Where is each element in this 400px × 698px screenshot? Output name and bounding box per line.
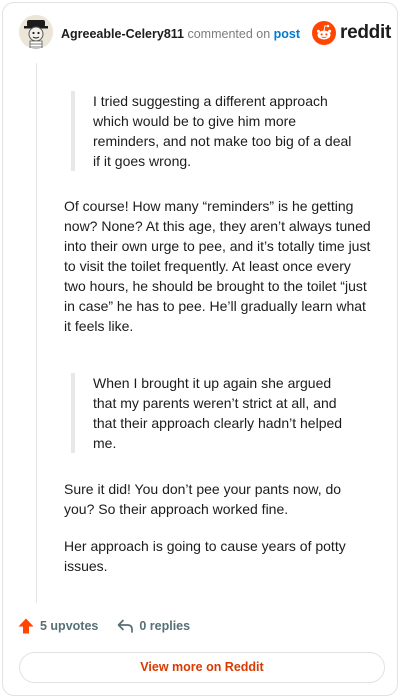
thread-line (36, 63, 37, 603)
quote-block-2: When I brought it up again she argued th… (71, 373, 342, 453)
quote-block-1: I tried suggesting a different approach … (71, 91, 351, 171)
comment-embed-card: Agreeable-Celery811 commented on post re… (2, 2, 398, 696)
avatar[interactable] (19, 15, 53, 49)
commented-on-text: commented on (187, 27, 271, 41)
text-line: in case” he has to pee. He’ll gradually … (64, 298, 366, 314)
comment-header: Agreeable-Celery811 commented on post re… (3, 3, 399, 63)
reddit-wordmark: reddit (340, 22, 391, 43)
text-line: Of course! How many “reminders” is he ge… (64, 198, 354, 214)
comment-actions: 5 upvotes 0 replies (17, 615, 190, 637)
view-more-button[interactable]: View more on Reddit (19, 652, 385, 683)
upvote-arrow-icon (18, 618, 34, 634)
reddit-logo[interactable]: reddit (312, 21, 391, 45)
text-line: Her approach is going to cause years of … (64, 538, 346, 554)
comment-byline: Agreeable-Celery811 commented on post (61, 27, 300, 41)
comment-paragraph-2: Sure it did! You don’t pee your pants no… (64, 479, 384, 519)
quote-line: me. (93, 435, 117, 451)
upvote-button[interactable]: 5 upvotes (17, 617, 98, 635)
username-link[interactable]: Agreeable-Celery811 (61, 27, 184, 41)
reply-icon (118, 619, 134, 633)
quote-line: reminders, and not make too big of a dea… (93, 133, 352, 149)
post-link[interactable]: post (274, 27, 300, 41)
text-line: now? None? At this age, they aren’t alwa… (64, 218, 371, 234)
text-line: to visit the toilet frequently. At least… (64, 258, 351, 274)
quote-line: I tried suggesting a different approach (93, 93, 328, 109)
text-line: into their own urge to pee, and it’s tot… (64, 238, 371, 254)
text-line: Sure it did! You don’t pee your pants no… (64, 481, 342, 497)
comment-paragraph-3: Her approach is going to cause years of … (64, 536, 384, 576)
reddit-logo-icon (312, 21, 336, 45)
text-line: you? So their approach worked fine. (64, 501, 289, 517)
reply-button[interactable]: 0 replies (116, 617, 190, 635)
quote-line: When I brought it up again she argued (93, 375, 332, 391)
text-line: two hours, he should be brought to the t… (64, 278, 367, 294)
quote-line: which would be to give him more (93, 113, 297, 129)
quote-line: that my parents weren’t strict at all, a… (93, 395, 337, 411)
quote-line: that their approach clearly hadn’t helpe… (93, 415, 343, 431)
text-line: issues. (64, 558, 108, 574)
quote-line: if it goes wrong. (93, 153, 192, 169)
reply-count: 0 replies (139, 619, 191, 633)
text-line: it feels like. (64, 318, 134, 334)
comment-paragraph-1: Of course! How many “reminders” is he ge… (64, 196, 384, 336)
upvote-count: 5 upvotes (40, 619, 99, 633)
